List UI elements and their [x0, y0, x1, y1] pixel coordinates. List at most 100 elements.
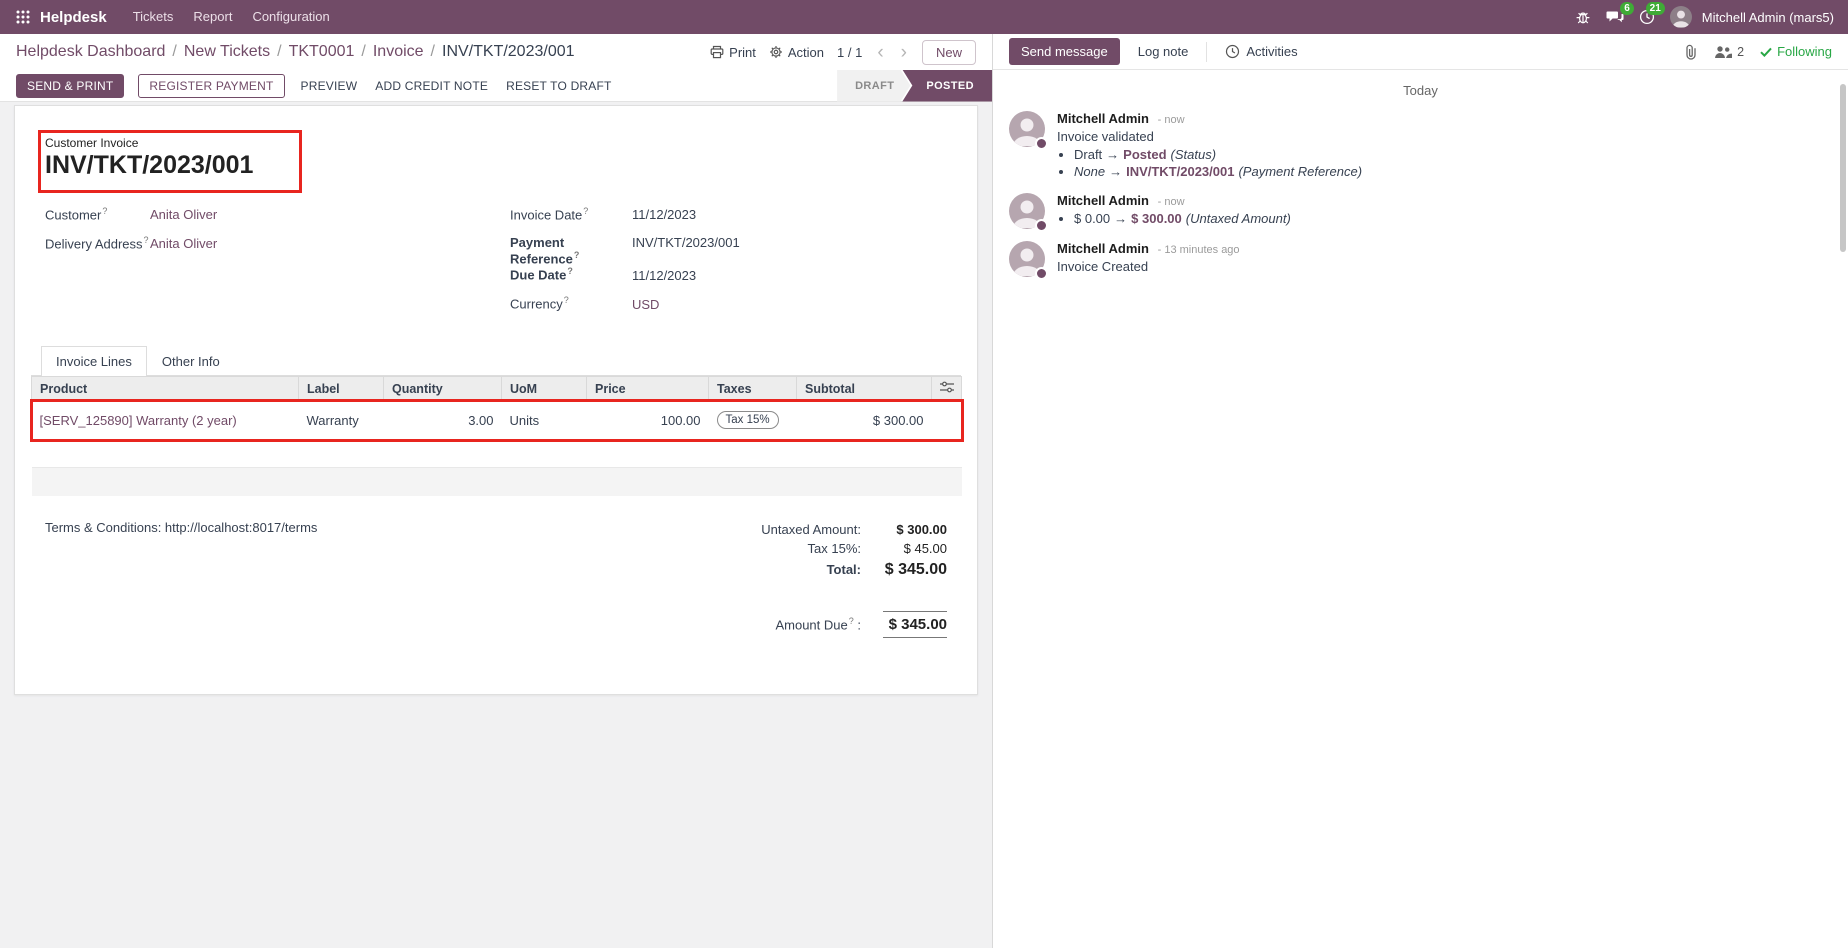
message-author-avatar[interactable] — [1009, 241, 1045, 277]
followers-button[interactable]: 2 — [1714, 45, 1744, 59]
payment-reference-label: Payment Reference? — [510, 235, 632, 266]
invoice-number-title: INV/TKT/2023/001 — [45, 151, 253, 180]
debug-mode-button[interactable] — [1575, 9, 1591, 25]
print-button[interactable]: Print — [710, 45, 756, 60]
paperclip-icon — [1684, 44, 1698, 60]
line-label-cell[interactable]: Warranty — [299, 401, 384, 440]
apps-grid-icon — [16, 10, 30, 24]
message-header: Mitchell Admin - now — [1057, 193, 1291, 208]
empty-line-row — [32, 440, 962, 468]
send-message-button[interactable]: Send message — [1009, 38, 1120, 65]
chatter-message: Mitchell Admin - 13 minutes ago Invoice … — [993, 231, 1848, 279]
add-credit-note-button[interactable]: ADD CREDIT NOTE — [373, 75, 490, 97]
tab-other-info[interactable]: Other Info — [147, 346, 235, 376]
due-date-value[interactable]: 11/12/2023 — [632, 268, 696, 283]
tracking-value: None→INV/TKT/2023/001(Payment Reference) — [1074, 164, 1362, 179]
screen: Helpdesk Tickets Report Configuration 6 … — [0, 0, 1848, 948]
message-author[interactable]: Mitchell Admin — [1057, 241, 1149, 256]
user-avatar — [1670, 6, 1692, 28]
line-subtotal-cell: $ 300.00 — [797, 401, 932, 440]
following-button[interactable]: Following — [1760, 44, 1832, 59]
gear-icon — [769, 45, 783, 59]
state-posted[interactable]: POSTED — [902, 70, 992, 102]
tax-tag[interactable]: Tax 15% — [717, 411, 779, 429]
pager-next-icon[interactable]: › — [899, 43, 909, 62]
tracking-value-list: Draft→Posted(Status) None→INV/TKT/2023/0… — [1074, 147, 1362, 179]
customer-value-link[interactable]: Anita Oliver — [150, 207, 217, 222]
invoice-lines-table: Product Label Quantity UoM Price Taxes S… — [31, 376, 962, 496]
invoice-line-row[interactable]: [SERV_125890] Warranty (2 year) Warranty… — [32, 401, 962, 440]
product-link[interactable]: [SERV_125890] Warranty (2 year) — [40, 413, 237, 428]
column-header-uom[interactable]: UoM — [502, 377, 587, 401]
app-name[interactable]: Helpdesk — [40, 9, 107, 26]
action-menu-button[interactable]: Action — [769, 45, 824, 60]
reset-to-draft-button[interactable]: RESET TO DRAFT — [504, 75, 614, 97]
line-quantity-cell[interactable]: 3.00 — [384, 401, 502, 440]
chatter-message: Mitchell Admin - now $ 0.00→$ 300.00(Unt… — [993, 183, 1848, 231]
activities-menu-button[interactable]: 21 — [1639, 9, 1655, 25]
payment-reference-value[interactable]: INV/TKT/2023/001 — [632, 235, 740, 250]
apps-menu-button[interactable] — [8, 0, 38, 34]
menu-configuration[interactable]: Configuration — [242, 0, 339, 34]
new-button[interactable]: New — [922, 40, 976, 65]
send-print-button[interactable]: SEND & PRINT — [16, 74, 124, 98]
attachments-button[interactable] — [1684, 44, 1698, 60]
delivery-address-label: Delivery Address? — [45, 235, 150, 251]
currency-value-link[interactable]: USD — [632, 297, 659, 312]
message-content: Mitchell Admin - 13 minutes ago Invoice … — [1057, 241, 1240, 277]
log-note-button[interactable]: Log note — [1138, 44, 1189, 59]
breadcrumb-actions: Print Action 1 / 1 ‹ › New — [710, 40, 976, 65]
chatter-scrollbar[interactable] — [1840, 84, 1846, 252]
message-author[interactable]: Mitchell Admin — [1057, 193, 1149, 208]
breadcrumb-separator: / — [431, 43, 435, 61]
invoice-date-value[interactable]: 11/12/2023 — [632, 207, 696, 222]
followers-count: 2 — [1737, 45, 1744, 59]
breadcrumb-ticket[interactable]: TKT0001 — [289, 43, 355, 61]
activities-button[interactable]: Activities — [1225, 44, 1297, 59]
tab-invoice-lines[interactable]: Invoice Lines — [41, 346, 147, 376]
message-author-avatar[interactable] — [1009, 193, 1045, 229]
column-header-product[interactable]: Product — [32, 377, 299, 401]
field-due-date: Due Date? 11/12/2023 — [510, 266, 947, 295]
help-marker: ? — [567, 266, 573, 276]
column-header-subtotal[interactable]: Subtotal — [797, 377, 932, 401]
field-delivery-address: Delivery Address? Anita Oliver — [45, 235, 510, 264]
help-marker: ? — [564, 295, 569, 305]
message-author[interactable]: Mitchell Admin — [1057, 111, 1149, 126]
sliders-icon — [940, 381, 954, 393]
field-group-left: Customer? Anita Oliver Delivery Address?… — [45, 206, 510, 324]
message-time: - now — [1158, 114, 1185, 126]
column-header-taxes[interactable]: Taxes — [709, 377, 797, 401]
action-label: Action — [788, 45, 824, 60]
tracking-value: Draft→Posted(Status) — [1074, 147, 1362, 162]
messages-menu-button[interactable]: 6 — [1606, 9, 1624, 25]
notebook-tabs: Invoice Lines Other Info — [31, 346, 961, 376]
help-marker: ? — [144, 235, 149, 245]
pager-previous-icon[interactable]: ‹ — [875, 43, 885, 62]
help-marker: ? — [574, 250, 580, 260]
breadcrumb-invoice[interactable]: Invoice — [373, 43, 424, 61]
message-time: - 13 minutes ago — [1158, 244, 1240, 256]
delivery-address-value-link[interactable]: Anita Oliver — [150, 236, 217, 251]
breadcrumb-helpdesk-dashboard[interactable]: Helpdesk Dashboard — [16, 43, 165, 61]
menu-tickets[interactable]: Tickets — [123, 0, 184, 34]
menu-report[interactable]: Report — [183, 0, 242, 34]
message-author-avatar[interactable] — [1009, 111, 1045, 147]
breadcrumb-separator: / — [361, 43, 365, 61]
column-header-price[interactable]: Price — [587, 377, 709, 401]
column-header-label[interactable]: Label — [299, 377, 384, 401]
line-price-cell[interactable]: 100.00 — [587, 401, 709, 440]
line-uom-cell[interactable]: Units — [502, 401, 587, 440]
user-menu-button[interactable] — [1670, 6, 1692, 28]
user-name[interactable]: Mitchell Admin (mars5) — [1702, 10, 1834, 25]
preview-button[interactable]: PREVIEW — [299, 75, 360, 97]
register-payment-button[interactable]: REGISTER PAYMENT — [138, 74, 284, 98]
column-header-quantity[interactable]: Quantity — [384, 377, 502, 401]
table-header-row: Product Label Quantity UoM Price Taxes S… — [32, 377, 962, 401]
amount-due-value: $ 345.00 — [883, 611, 947, 638]
state-draft[interactable]: DRAFT — [837, 70, 910, 102]
breadcrumb-new-tickets[interactable]: New Tickets — [184, 43, 270, 61]
pager-counter: 1 / 1 — [837, 45, 862, 60]
terms-and-totals: Terms & Conditions: http://localhost:801… — [45, 520, 947, 579]
optional-columns-button[interactable] — [932, 377, 962, 401]
